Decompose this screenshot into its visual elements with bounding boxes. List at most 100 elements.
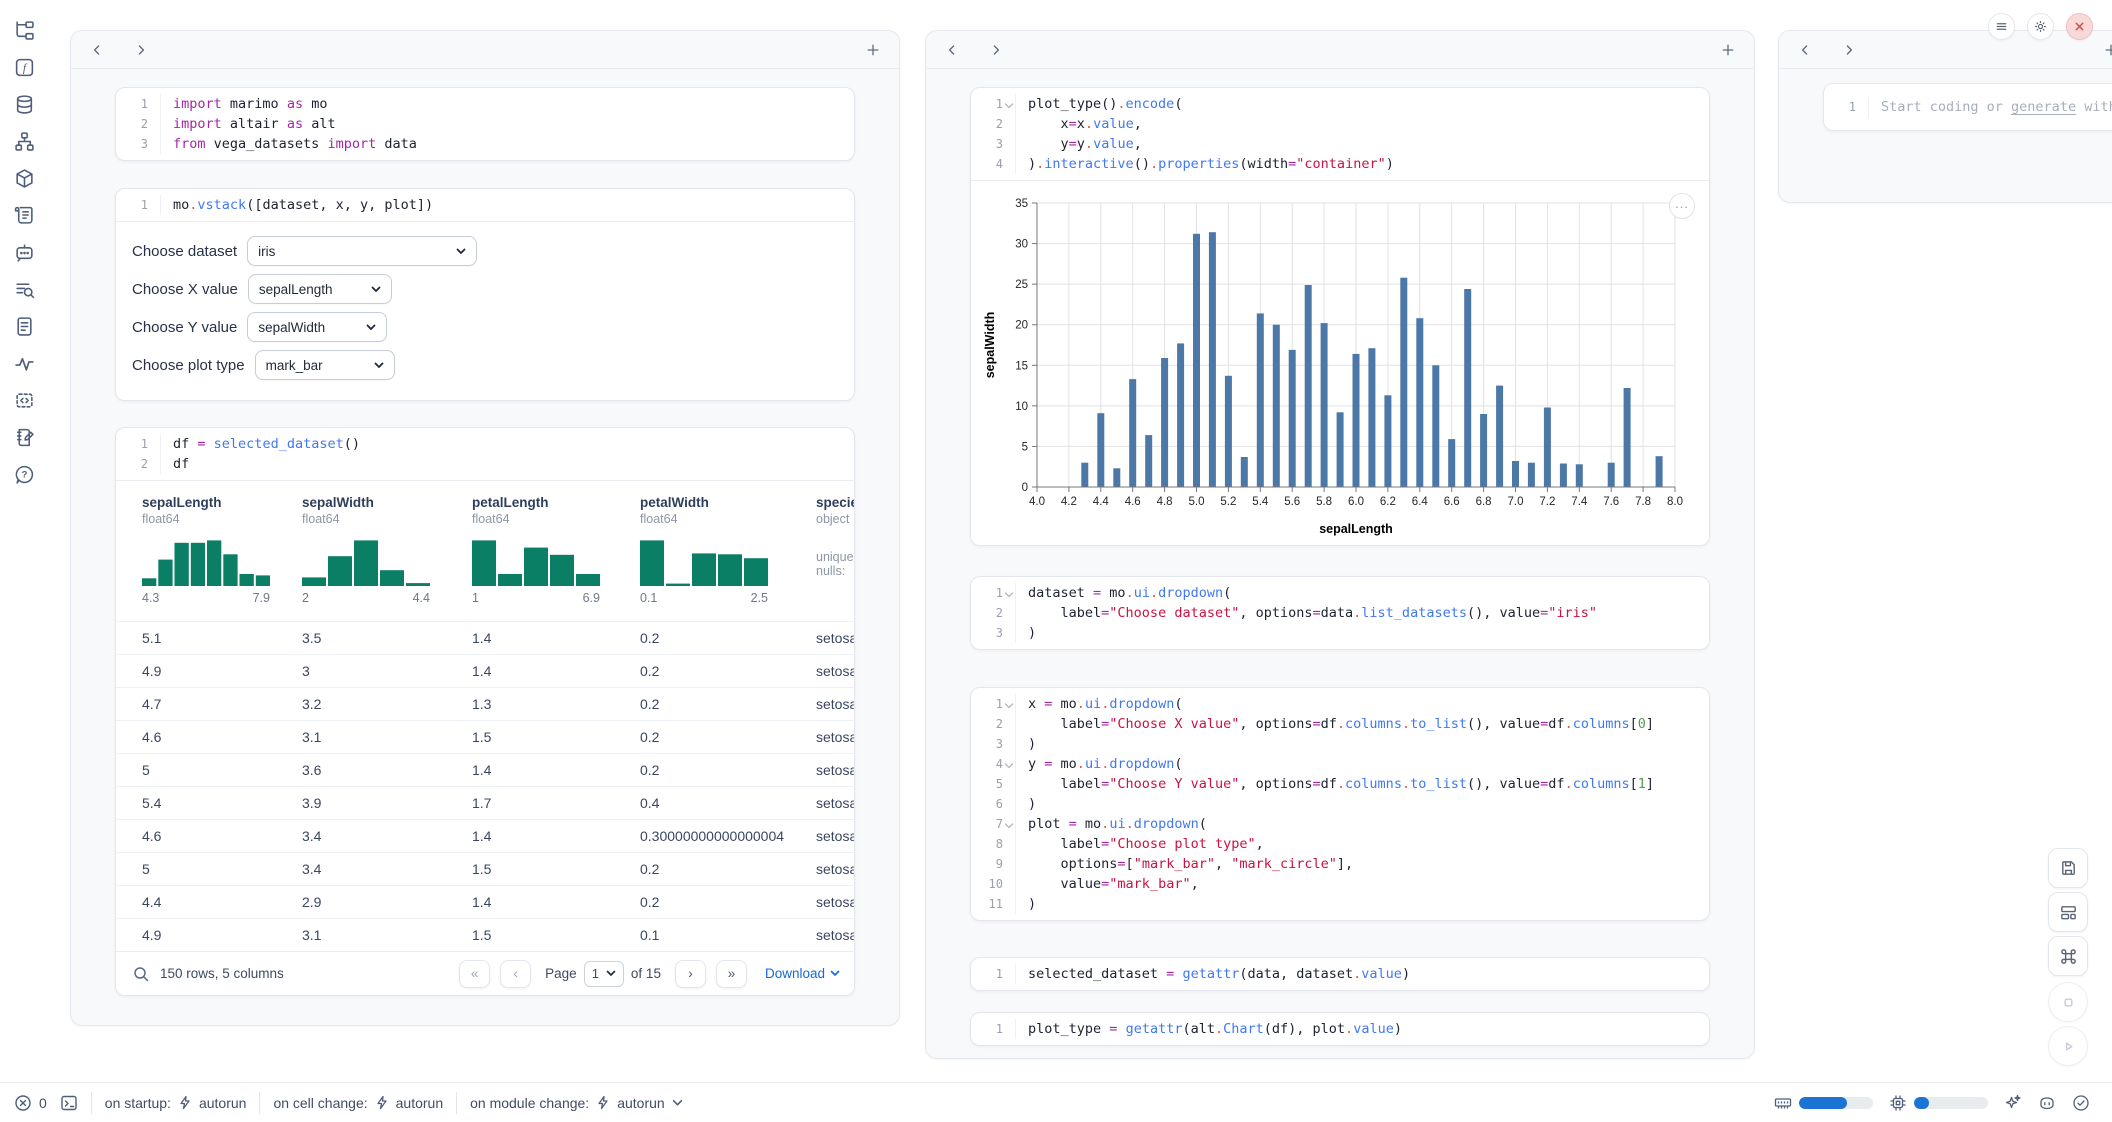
documentation-icon[interactable] [14, 316, 35, 337]
fold-chevron-icon[interactable] [1004, 99, 1015, 110]
code-text[interactable]: y = mo.ui.dropdown( [1015, 754, 1709, 774]
terminal-button[interactable] [60, 1094, 78, 1112]
cell-selected-dataset[interactable]: 1selected_dataset = getattr(data, datase… [970, 957, 1710, 991]
stop-kernel-button[interactable] [2048, 982, 2088, 1022]
connection-status-icon[interactable] [2072, 1094, 2090, 1112]
column-scroll-right-button[interactable] [986, 40, 1006, 60]
add-column-button[interactable] [863, 40, 883, 60]
autorun-config-item[interactable]: on cell change:autorun [273, 1095, 443, 1111]
dependency-graph-icon[interactable] [14, 131, 35, 152]
keyboard-shortcuts-button[interactable] [2048, 936, 2088, 976]
code-text[interactable]: mo.vstack([dataset, x, y, plot]) [160, 195, 854, 215]
scratchpad-icon[interactable] [14, 279, 35, 300]
tracing-icon[interactable] [14, 353, 35, 374]
cell-vstack[interactable]: 1mo.vstack([dataset, x, y, plot]) Choose… [115, 188, 855, 401]
table-row[interactable]: 4.93.11.50.1setosa [116, 918, 854, 951]
fold-chevron-icon[interactable] [1004, 759, 1015, 770]
table-column-header[interactable]: sepalWidthfloat6424.4 [302, 481, 472, 621]
download-button[interactable]: Download [765, 966, 840, 981]
code-text[interactable]: ) [1015, 894, 1709, 914]
dropdown-select[interactable]: iris [247, 236, 477, 266]
table-column-header[interactable]: petalLengthfloat6416.9 [472, 481, 640, 621]
error-count-indicator[interactable]: 0 [14, 1094, 47, 1112]
close-button[interactable] [2066, 13, 2093, 40]
save-notebook-button[interactable] [2048, 848, 2088, 888]
cell-xy-plot-dropdowns[interactable]: 1x = mo.ui.dropdown(2 label="Choose X va… [970, 687, 1710, 921]
notebook-icon[interactable] [14, 427, 35, 448]
table-column-header[interactable]: sepalLengthfloat644.37.9 [142, 481, 302, 621]
code-text[interactable]: df [160, 454, 854, 474]
menu-button[interactable] [1988, 13, 2015, 40]
add-column-button[interactable] [1718, 40, 1738, 60]
chart-actions-button[interactable]: ... [1669, 193, 1695, 219]
fold-chevron-icon[interactable] [1004, 588, 1015, 599]
table-row[interactable]: 4.63.41.40.30000000000000004setosa [116, 819, 854, 852]
table-column-header[interactable]: speciesobjectunique:nulls: [816, 481, 855, 621]
code-text[interactable]: from vega_datasets import data [160, 134, 854, 154]
table-row[interactable]: 5.43.91.70.4setosa [116, 786, 854, 819]
datasources-icon[interactable] [14, 94, 35, 115]
table-row[interactable]: 53.61.40.2setosa [116, 753, 854, 786]
previous-page-button[interactable]: ‹ [500, 960, 531, 988]
code-text[interactable]: ) [1015, 734, 1709, 754]
code-text[interactable]: label="Choose dataset", options=data.lis… [1015, 603, 1709, 623]
table-row[interactable]: 4.42.91.40.2setosa [116, 885, 854, 918]
dropdown-select[interactable]: sepalWidth [247, 312, 387, 342]
code-text[interactable]: label="Choose plot type", [1015, 834, 1709, 854]
dropdown-select[interactable]: sepalLength [248, 274, 392, 304]
column-scroll-left-button[interactable] [942, 40, 962, 60]
cell-new-empty[interactable]: 1 Start coding or generate with AI [1823, 83, 2112, 131]
bar-chart[interactable]: 051015202530354.04.24.44.64.85.05.25.45.… [981, 189, 1709, 541]
fold-chevron-icon[interactable] [1004, 699, 1015, 710]
autorun-config-item[interactable]: on module change:autorun [470, 1095, 683, 1111]
table-row[interactable]: 4.931.40.2setosa [116, 654, 854, 687]
ai-sparkle-button[interactable] [2004, 1094, 2022, 1112]
chat-icon[interactable] [14, 242, 35, 263]
code-text[interactable]: value="mark_bar", [1015, 874, 1709, 894]
column-scroll-right-button[interactable] [1839, 40, 1859, 60]
first-page-button[interactable]: « [459, 960, 490, 988]
table-row[interactable]: 4.73.21.30.2setosa [116, 687, 854, 720]
code-text[interactable]: selected_dataset = getattr(data, dataset… [1015, 964, 1709, 984]
cell-dataset-dropdown[interactable]: 1dataset = mo.ui.dropdown(2 label="Choos… [970, 576, 1710, 650]
code-text[interactable]: options=["mark_bar", "mark_circle"], [1015, 854, 1709, 874]
table-column-header[interactable]: petalWidthfloat640.12.5 [640, 481, 816, 621]
autorun-config-item[interactable]: on startup:autorun [105, 1095, 247, 1111]
marimo-file-icon[interactable]: f [14, 57, 35, 78]
code-text[interactable]: plot_type().encode( [1015, 94, 1709, 114]
logs-icon[interactable] [14, 205, 35, 226]
cell-dataframe[interactable]: 1df = selected_dataset()2df sepalLengthf… [115, 427, 855, 996]
page-select[interactable]: 1 [584, 961, 624, 987]
snippets-icon[interactable] [14, 390, 35, 411]
code-editor-placeholder[interactable]: Start coding or generate with AI [1868, 97, 2112, 117]
file-explorer-icon[interactable] [14, 20, 35, 41]
table-row[interactable]: 53.41.50.2setosa [116, 852, 854, 885]
column-scroll-right-button[interactable] [131, 40, 151, 60]
code-text[interactable]: dataset = mo.ui.dropdown( [1015, 583, 1709, 603]
cell-plot-type[interactable]: 1plot_type = getattr(alt.Chart(df), plot… [970, 1012, 1710, 1046]
code-text[interactable]: import altair as alt [160, 114, 854, 134]
code-text[interactable]: plot_type = getattr(alt.Chart(df), plot.… [1015, 1019, 1709, 1039]
table-row[interactable]: 5.13.51.40.2setosa [116, 621, 854, 654]
fold-chevron-icon[interactable] [1004, 819, 1015, 830]
cell-imports[interactable]: 1import marimo as mo2import altair as al… [115, 87, 855, 161]
code-text[interactable]: ) [1015, 794, 1709, 814]
column-scroll-left-button[interactable] [1795, 40, 1815, 60]
code-text[interactable]: plot = mo.ui.dropdown( [1015, 814, 1709, 834]
next-page-button[interactable]: › [675, 960, 706, 988]
code-text[interactable]: label="Choose Y value", options=df.colum… [1015, 774, 1709, 794]
memory-usage-indicator[interactable] [1774, 1094, 1873, 1112]
code-text[interactable]: x=x.value, [1015, 114, 1709, 134]
run-all-button[interactable] [2048, 1026, 2088, 1066]
packages-icon[interactable] [14, 168, 35, 189]
table-row[interactable]: 4.63.11.50.2setosa [116, 720, 854, 753]
cell-plot[interactable]: 1plot_type().encode(2 x=x.value,3 y=y.va… [970, 87, 1710, 546]
altair-chart[interactable]: 051015202530354.04.24.44.64.85.05.25.45.… [971, 180, 1709, 545]
code-text[interactable]: ) [1015, 623, 1709, 643]
settings-gear-button[interactable] [2027, 13, 2054, 40]
column-scroll-left-button[interactable] [87, 40, 107, 60]
search-icon[interactable] [132, 965, 150, 983]
copilot-button[interactable] [2038, 1094, 2056, 1112]
dropdown-select[interactable]: mark_bar [255, 350, 395, 380]
cpu-usage-indicator[interactable] [1889, 1094, 1988, 1112]
